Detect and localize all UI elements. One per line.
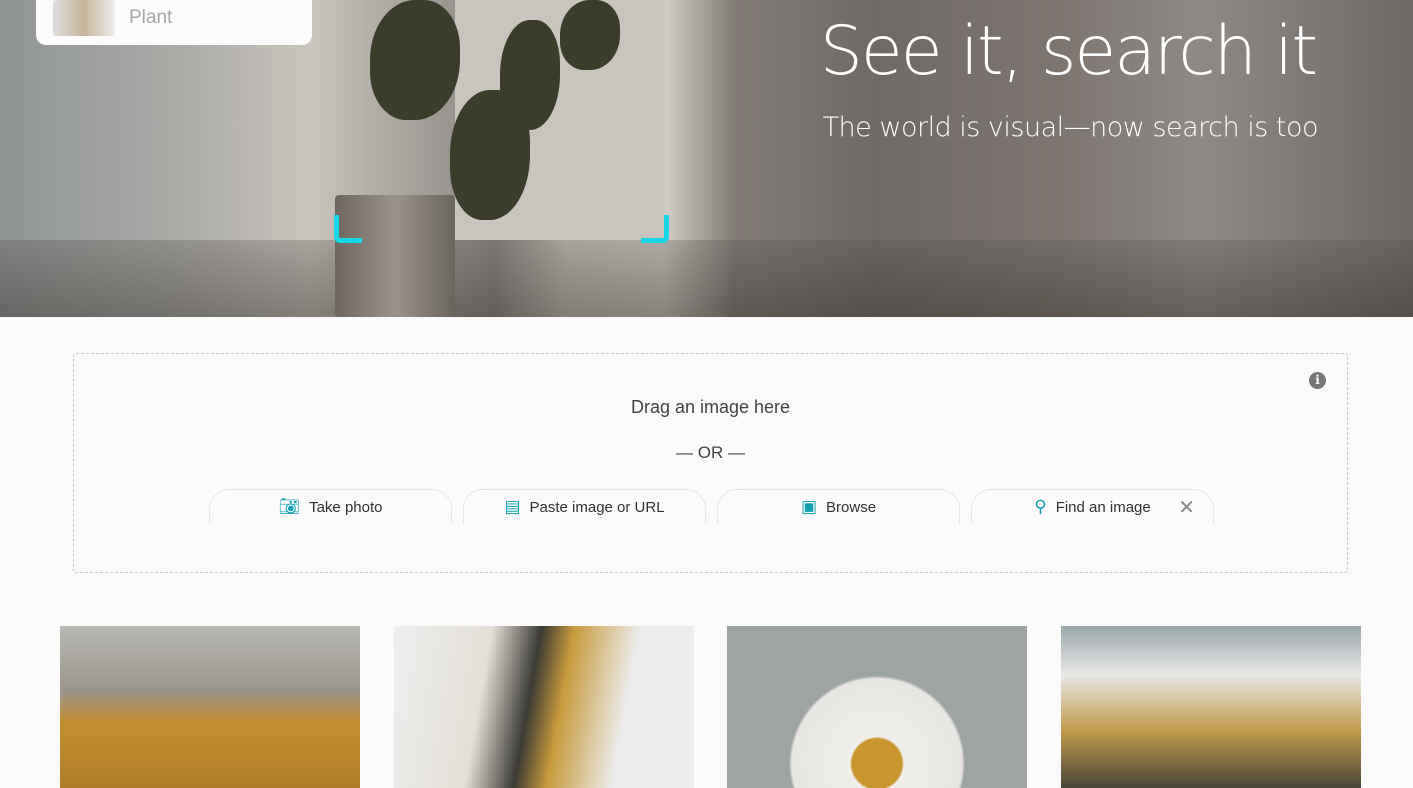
find-image-button[interactable]: ⚲ Find an image ✕ xyxy=(971,489,1214,524)
selection-corner-br[interactable] xyxy=(641,215,669,243)
close-icon[interactable]: ✕ xyxy=(1178,495,1195,520)
find-image-label: Find an image xyxy=(1055,498,1151,516)
detected-object-tag[interactable]: Plant xyxy=(36,0,312,45)
image-icon: ▣ xyxy=(800,497,818,516)
gallery-image-rocks[interactable] xyxy=(1061,626,1361,788)
plant-leaf xyxy=(500,20,560,130)
take-photo-button[interactable]: 📷︎ Take photo xyxy=(209,489,452,524)
browse-label: Browse xyxy=(826,498,877,516)
gallery-image-flower[interactable] xyxy=(727,626,1027,788)
plant-leaf xyxy=(560,0,620,70)
drag-text: Drag an image here xyxy=(630,397,791,417)
hero-subtitle: The world is visual—now search is too xyxy=(822,112,1319,143)
document-icon: ▤ xyxy=(504,497,521,516)
search-icon: ⚲ xyxy=(1034,497,1047,516)
paste-image-label: Paste image or URL xyxy=(529,498,665,516)
paste-image-button[interactable]: ▤ Paste image or URL xyxy=(463,489,706,524)
take-photo-label: Take photo xyxy=(309,498,383,516)
plant-pot xyxy=(335,195,455,317)
image-drop-zone[interactable]: i Drag an image here — OR — 📷︎ Take photo… xyxy=(73,353,1348,573)
hero-banner: Plant See it, search it The world is vis… xyxy=(0,0,1413,317)
hero-title: See it, search it xyxy=(819,12,1318,91)
browse-button[interactable]: ▣ Browse xyxy=(717,489,960,524)
plant-leaf xyxy=(370,0,460,120)
detected-label: Plant xyxy=(129,6,173,28)
gallery-image-shoes[interactable] xyxy=(394,626,694,788)
selection-corner-bl[interactable] xyxy=(334,215,362,243)
or-divider: — OR — xyxy=(676,443,745,462)
detected-thumbnail xyxy=(53,0,115,36)
info-icon[interactable]: i xyxy=(1309,372,1326,389)
gallery-image-chair[interactable] xyxy=(60,626,360,788)
camera-icon: 📷︎ xyxy=(278,497,301,516)
hero-floor xyxy=(0,240,1413,317)
